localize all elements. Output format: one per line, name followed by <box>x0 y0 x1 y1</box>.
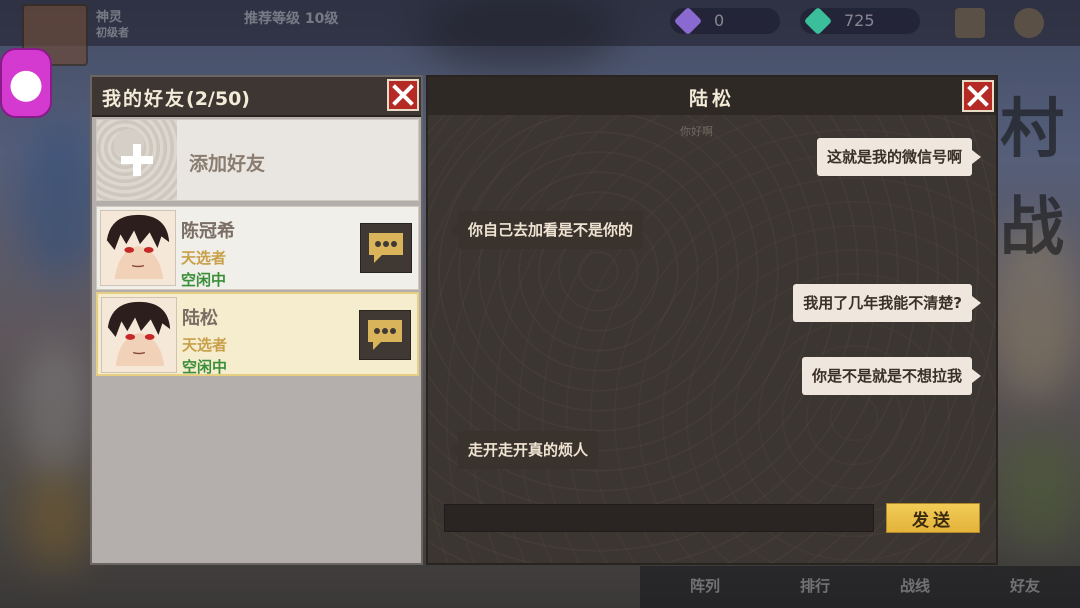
close-icon <box>392 84 414 106</box>
chat-bubble-icon <box>369 233 403 263</box>
chat-title: 陆松 <box>688 88 735 110</box>
currency-1-value: 0 <box>714 11 725 30</box>
bottom-nav: 阵列 排行 战线 好友 <box>640 566 1080 608</box>
send-button[interactable]: 发送 <box>886 503 980 533</box>
chat-panel: 陆松 你好啊 这就是我的微信号啊 你自己去加看是不是你的 我用了几年我能不清楚?… <box>426 75 998 565</box>
friends-close-button[interactable] <box>387 79 419 111</box>
crystal-icon <box>803 6 833 36</box>
nav-item-battle[interactable]: 战线 <box>900 575 930 596</box>
friend-avatar <box>101 297 177 373</box>
chat-message-received: 走开走开真的烦人 <box>449 431 599 469</box>
friend-role: 天选者 <box>181 249 227 267</box>
chat-message-received: 你自己去加看是不是你的 <box>449 211 644 249</box>
chat-message-input[interactable] <box>444 504 874 532</box>
character-portrait-icon <box>102 298 176 372</box>
settings-button[interactable] <box>1014 8 1044 38</box>
chat-header: 陆松 <box>428 77 996 115</box>
player-name: 神灵 <box>96 10 123 25</box>
friend-item[interactable]: 陈冠希 天选者 空闲中 <box>96 206 419 290</box>
side-deco-char-1: 村 <box>1000 92 1064 167</box>
mascot-icon[interactable] <box>0 48 52 118</box>
top-bar: 神灵 初级者 推荐等级 10级 0 725 <box>0 0 1080 66</box>
add-friend-label: 添加好友 <box>189 153 266 175</box>
friend-role: 天选者 <box>182 336 228 354</box>
chat-message-sent: 我用了几年我能不清楚? <box>793 284 981 322</box>
currency-pill-2[interactable]: 725 <box>800 6 920 36</box>
level-label: 推荐等级 10级 <box>244 11 339 27</box>
add-friend-button[interactable]: 添加好友 <box>96 119 419 201</box>
chat-message-sent: 你是不是就是不想拉我 <box>801 357 982 395</box>
friend-name: 陆松 <box>182 308 218 329</box>
friends-count: (2/50) <box>186 88 250 110</box>
character-portrait-icon <box>101 211 175 285</box>
friend-chat-button[interactable] <box>359 310 411 360</box>
friends-panel: 我的好友(2/50) 添加好友 陈冠希 天选者 空闲中 陆松 天选者 空闲中 <box>90 75 423 565</box>
friends-title: 我的好友(2/50) <box>102 84 250 111</box>
friend-status: 空闲中 <box>182 358 228 376</box>
chat-history-faded: 你好啊 <box>680 125 713 138</box>
close-icon <box>967 85 989 107</box>
friend-item-selected[interactable]: 陆松 天选者 空闲中 <box>96 292 419 376</box>
chat-message-sent: 这就是我的微信号啊 <box>816 138 982 176</box>
mail-button[interactable] <box>955 8 985 38</box>
friends-title-text: 我的好友 <box>102 88 187 110</box>
currency-pill-1[interactable]: 0 <box>670 6 780 36</box>
friend-chat-button[interactable] <box>360 223 412 273</box>
side-deco-char-2: 战 <box>1000 190 1064 265</box>
friend-status: 空闲中 <box>181 271 227 289</box>
gem-icon <box>673 6 703 36</box>
plus-icon <box>121 144 153 176</box>
friends-header: 我的好友(2/50) <box>92 77 421 117</box>
chat-bubble-icon <box>368 320 402 350</box>
nav-item-formation[interactable]: 阵列 <box>690 575 720 596</box>
nav-item-ranking[interactable]: 排行 <box>800 575 830 596</box>
nav-item-friends[interactable]: 好友 <box>1010 575 1040 596</box>
chat-close-button[interactable] <box>962 80 994 112</box>
friend-name: 陈冠希 <box>181 221 235 242</box>
add-friend-tile <box>97 120 177 200</box>
player-sub: 初级者 <box>96 26 129 39</box>
friend-avatar <box>100 210 176 286</box>
currency-2-value: 725 <box>844 11 875 30</box>
